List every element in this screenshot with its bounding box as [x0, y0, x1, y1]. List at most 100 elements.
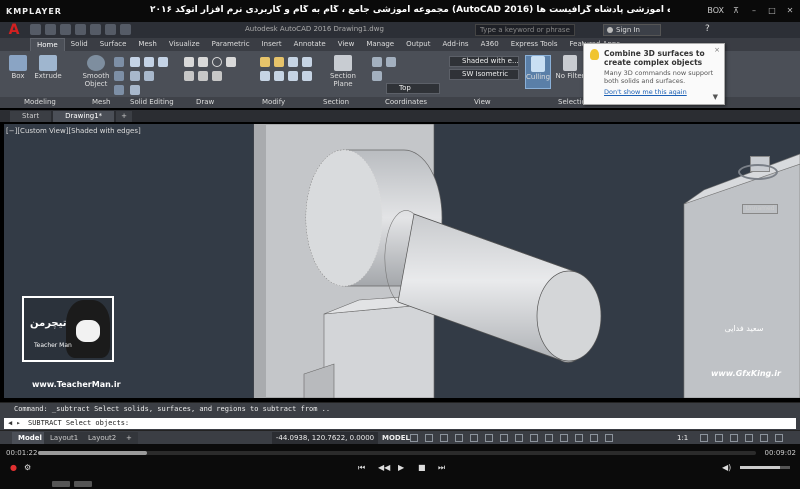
intersect-icon[interactable]	[158, 57, 168, 67]
tab-visualize[interactable]: Visualize	[163, 38, 206, 51]
ellipse-icon[interactable]	[212, 71, 222, 81]
record-icon[interactable]: ●	[10, 463, 17, 472]
smooth-object-button[interactable]: Smooth Object	[80, 55, 112, 88]
grid-icon[interactable]	[410, 434, 418, 442]
viewcube[interactable]	[732, 154, 778, 204]
dont-show-again-link[interactable]: Don't show me this again	[604, 88, 718, 96]
circle-icon[interactable]	[212, 57, 222, 67]
isolate-objects-icon[interactable]	[730, 434, 738, 442]
ucs-world-icon[interactable]	[386, 57, 396, 67]
new-tab-icon[interactable]: +	[116, 111, 133, 122]
panel-title-draw[interactable]: Draw	[196, 97, 214, 108]
ucs-select[interactable]: Top	[386, 83, 440, 94]
viewcube-compass[interactable]	[738, 164, 778, 180]
tab-parametric[interactable]: Parametric	[206, 38, 256, 51]
layout-tab-layout2[interactable]: Layout2	[82, 432, 123, 444]
ortho-icon[interactable]	[440, 434, 448, 442]
pin-icon[interactable]: ⊼	[730, 4, 742, 16]
customization-icon[interactable]	[775, 434, 783, 442]
maximize-icon[interactable]: □	[766, 4, 778, 16]
minimize-icon[interactable]: –	[748, 4, 760, 16]
hatch-icon[interactable]	[198, 71, 208, 81]
panel-title-modeling[interactable]: Modeling	[24, 97, 56, 108]
copy-icon[interactable]	[288, 57, 298, 67]
fillet-icon[interactable]	[288, 71, 298, 81]
plot-icon[interactable]	[90, 24, 101, 35]
panel-title-section[interactable]: Section	[323, 97, 349, 108]
visual-style-select[interactable]: Shaded with e...	[449, 56, 519, 67]
stop-icon[interactable]: ■	[418, 463, 426, 472]
move-icon[interactable]	[260, 57, 270, 67]
mesh-tool-icon[interactable]	[114, 57, 124, 67]
tab-surface[interactable]: Surface	[94, 38, 133, 51]
sign-in-button[interactable]: Sign In	[603, 24, 661, 36]
panel-title-coordinates[interactable]: Coordinates	[385, 97, 427, 108]
redo-icon[interactable]	[120, 24, 131, 35]
annotation-monitor-icon[interactable]	[715, 434, 723, 442]
volume-slider[interactable]	[740, 466, 790, 469]
autoscale-icon[interactable]	[605, 434, 613, 442]
undo-icon[interactable]	[105, 24, 116, 35]
interfere-icon[interactable]	[144, 71, 154, 81]
mesh-tool-icon[interactable]	[114, 71, 124, 81]
seek-bar[interactable]	[38, 451, 756, 455]
polyline-icon[interactable]	[198, 57, 208, 67]
hardware-acceleration-icon[interactable]	[745, 434, 753, 442]
tooltip-expand-icon[interactable]: ▼	[713, 93, 718, 101]
union-icon[interactable]	[130, 57, 140, 67]
workspace-icon[interactable]	[700, 434, 708, 442]
snap-icon[interactable]	[425, 434, 433, 442]
array-icon[interactable]	[274, 71, 284, 81]
drawing-viewport[interactable]: [−][Custom View][Shaded with edges] Unna…	[4, 124, 800, 398]
new-icon[interactable]	[30, 24, 41, 35]
tab-annotate[interactable]: Annotate	[288, 38, 332, 51]
layout-tab-model[interactable]: Model	[12, 432, 48, 444]
play-icon[interactable]: ▶	[398, 463, 404, 472]
tab-solid[interactable]: Solid	[65, 38, 94, 51]
lineweight-icon[interactable]	[530, 434, 538, 442]
transparency-icon[interactable]	[545, 434, 553, 442]
panel-title-modify[interactable]: Modify	[262, 97, 285, 108]
add-layout-icon[interactable]: +	[120, 432, 138, 444]
file-tab-start[interactable]: Start	[10, 111, 52, 122]
slice-icon[interactable]	[130, 71, 140, 81]
mirror-icon[interactable]	[302, 57, 312, 67]
3d-osnap-icon[interactable]	[485, 434, 493, 442]
extract-edges-icon[interactable]	[130, 85, 140, 95]
volume-icon[interactable]: ◀)	[722, 463, 731, 472]
view-preset-select[interactable]: SW Isometric	[449, 69, 519, 80]
gizmo-icon[interactable]	[575, 434, 583, 442]
open-icon[interactable]	[45, 24, 56, 35]
tab-home[interactable]: Home	[30, 38, 65, 51]
ucs-name-label[interactable]: Unnamed	[742, 204, 778, 214]
settings-icon[interactable]: ⚙	[24, 463, 31, 472]
annotation-scale[interactable]: 1:1	[677, 432, 688, 444]
clean-screen-icon[interactable]	[760, 434, 768, 442]
line-icon[interactable]	[184, 57, 194, 67]
otrack-icon[interactable]	[500, 434, 508, 442]
arc-icon[interactable]	[226, 57, 236, 67]
ucs-3point-icon[interactable]	[372, 71, 382, 81]
viewport-controls[interactable]: [−][Custom View][Shaded with edges]	[6, 127, 141, 135]
tab-manage[interactable]: Manage	[360, 38, 400, 51]
application-menu-icon[interactable]: A	[3, 22, 25, 38]
panel-title-solid-editing[interactable]: Solid Editing	[130, 97, 174, 108]
rotate-icon[interactable]	[274, 57, 284, 67]
save-as-icon[interactable]	[75, 24, 86, 35]
box-button[interactable]: Box	[6, 55, 30, 80]
annotation-visibility-icon[interactable]	[590, 434, 598, 442]
tab-express-tools[interactable]: Express Tools	[505, 38, 564, 51]
no-filter-button[interactable]: No Filter	[555, 55, 585, 80]
layout-tab-layout1[interactable]: Layout1	[44, 432, 85, 444]
osnap-icon[interactable]	[470, 434, 478, 442]
tab-insert[interactable]: Insert	[256, 38, 288, 51]
subtract-icon[interactable]	[144, 57, 154, 67]
ucs-icon[interactable]	[372, 57, 382, 67]
previous-icon[interactable]: ⏮	[358, 463, 365, 473]
close-icon[interactable]: ✕	[784, 4, 796, 16]
search-input[interactable]: Type a keyword or phrase	[475, 24, 575, 36]
scale-icon[interactable]	[260, 71, 270, 81]
tab-output[interactable]: Output	[400, 38, 436, 51]
section-plane-button[interactable]: Section Plane	[328, 55, 358, 88]
tab-add-ins[interactable]: Add-ins	[436, 38, 474, 51]
